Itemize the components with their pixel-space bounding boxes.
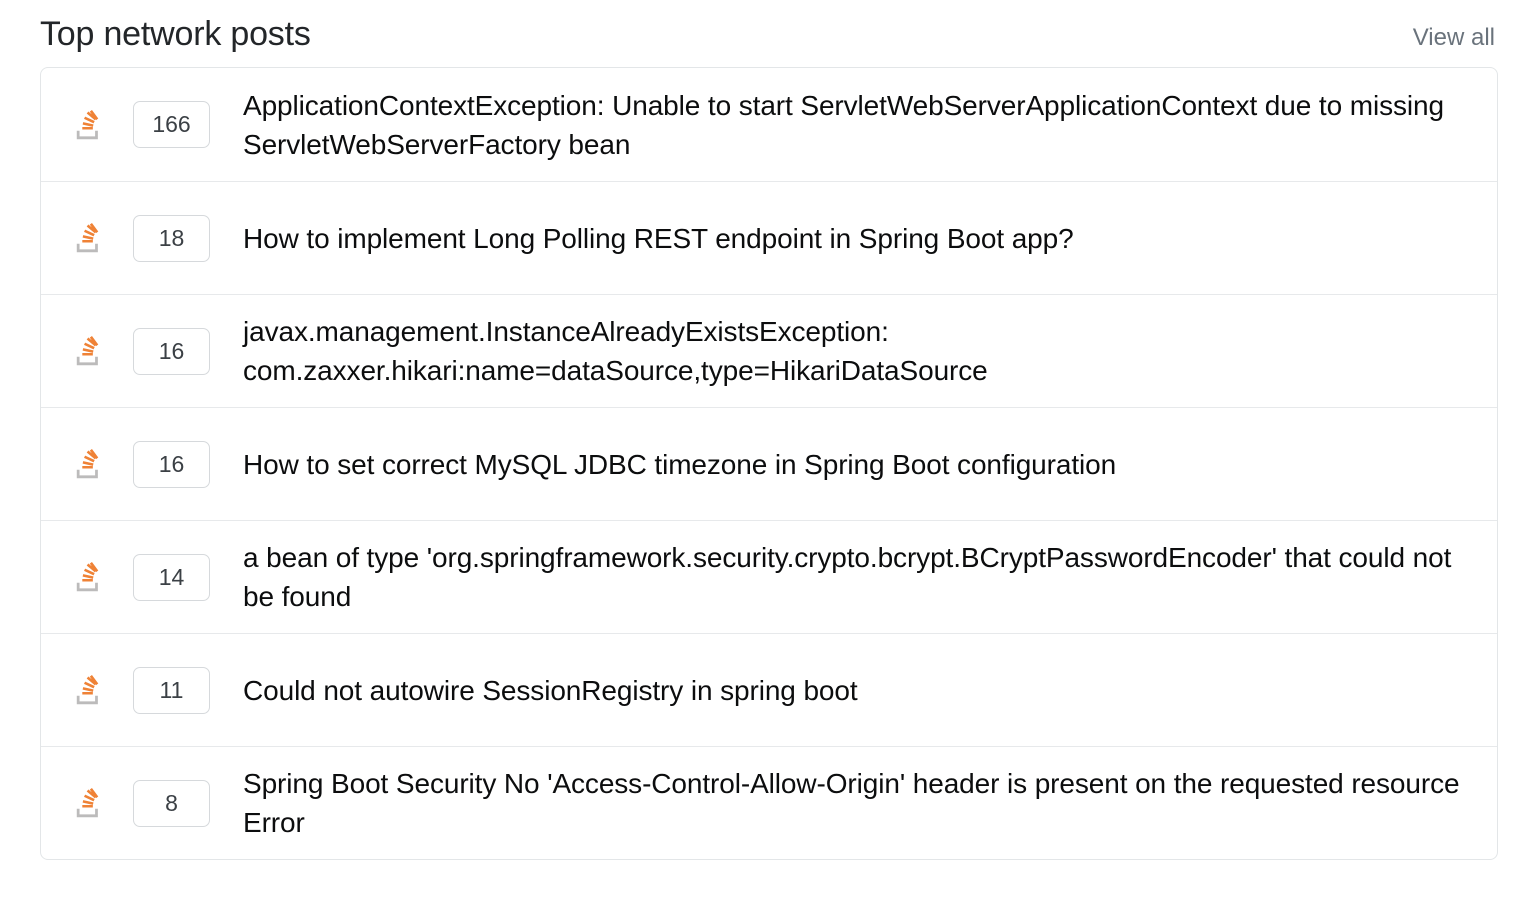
site-icon-cell: [41, 675, 133, 705]
page-title: Top network posts: [40, 15, 311, 53]
site-icon-cell: [41, 109, 133, 140]
post-title-link[interactable]: ApplicationContextException: Unable to s…: [243, 86, 1469, 164]
module-header: Top network posts View all: [24, 0, 1497, 62]
site-icon-cell: [41, 336, 133, 366]
post-title-link[interactable]: a bean of type 'org.springframework.secu…: [243, 538, 1469, 616]
stackoverflow-icon: [74, 109, 100, 140]
posts-card: 166 ApplicationContextException: Unable …: [40, 67, 1498, 860]
table-row[interactable]: 166 ApplicationContextException: Unable …: [41, 68, 1497, 181]
status-badge: 14: [133, 553, 210, 601]
score-cell: 8: [133, 779, 210, 827]
score-cell: 11: [133, 666, 210, 714]
table-row[interactable]: 16 javax.management.InstanceAlreadyExist…: [41, 294, 1497, 407]
view-all-link[interactable]: View all: [1413, 9, 1497, 53]
post-title-link[interactable]: How to set correct MySQL JDBC timezone i…: [243, 445, 1469, 484]
stackoverflow-icon: [74, 223, 100, 253]
post-title-link[interactable]: Spring Boot Security No 'Access-Control-…: [243, 764, 1469, 842]
table-row[interactable]: 11 Could not autowire SessionRegistry in…: [41, 633, 1497, 746]
stackoverflow-icon: [74, 562, 100, 592]
site-icon-cell: [41, 788, 133, 818]
post-title-link[interactable]: How to implement Long Polling REST endpo…: [243, 219, 1469, 258]
score-cell: 14: [133, 553, 210, 601]
score-cell: 166: [133, 101, 210, 148]
score-cell: 18: [133, 214, 210, 262]
post-title-cell: How to implement Long Polling REST endpo…: [210, 219, 1479, 258]
post-title-cell: Spring Boot Security No 'Access-Control-…: [210, 764, 1479, 842]
stackoverflow-icon: [74, 675, 100, 705]
site-icon-cell: [41, 223, 133, 253]
stackoverflow-icon: [74, 788, 100, 818]
status-badge: 18: [133, 214, 210, 262]
table-row[interactable]: 14 a bean of type 'org.springframework.s…: [41, 520, 1497, 633]
post-title-link[interactable]: Could not autowire SessionRegistry in sp…: [243, 671, 1469, 710]
table-row[interactable]: 18 How to implement Long Polling REST en…: [41, 181, 1497, 294]
status-badge: 16: [133, 440, 210, 488]
status-badge: 8: [133, 779, 210, 827]
site-icon-cell: [41, 449, 133, 479]
score-cell: 16: [133, 327, 210, 375]
stackoverflow-icon: [74, 449, 100, 479]
post-title-cell: How to set correct MySQL JDBC timezone i…: [210, 445, 1479, 484]
post-title-cell: ApplicationContextException: Unable to s…: [210, 86, 1479, 164]
top-network-posts-module: Top network posts View all 166 Applicati…: [0, 0, 1521, 913]
score-cell: 16: [133, 440, 210, 488]
status-badge: 16: [133, 327, 210, 375]
post-title-link[interactable]: javax.management.InstanceAlreadyExistsEx…: [243, 312, 1469, 390]
stackoverflow-icon: [74, 336, 100, 366]
post-title-cell: Could not autowire SessionRegistry in sp…: [210, 671, 1479, 710]
post-title-cell: javax.management.InstanceAlreadyExistsEx…: [210, 312, 1479, 390]
status-badge: 166: [133, 101, 210, 148]
status-badge: 11: [133, 666, 210, 714]
site-icon-cell: [41, 562, 133, 592]
post-title-cell: a bean of type 'org.springframework.secu…: [210, 538, 1479, 616]
table-row[interactable]: 16 How to set correct MySQL JDBC timezon…: [41, 407, 1497, 520]
table-row[interactable]: 8 Spring Boot Security No 'Access-Contro…: [41, 746, 1497, 859]
